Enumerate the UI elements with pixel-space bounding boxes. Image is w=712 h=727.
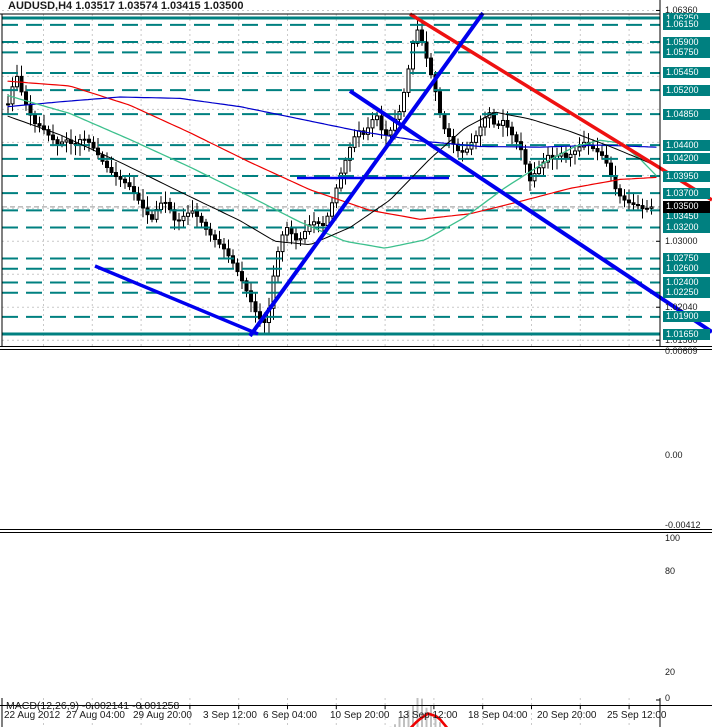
current-price-label: 1.03500 — [663, 201, 710, 214]
panel-separator-line — [0, 529, 712, 530]
stoch-axis-label: 0 — [665, 693, 671, 703]
macd-panel: MACD(12,26,9) -0.002141 -0.001258 — [0, 349, 712, 727]
main-chart-canvas[interactable] — [0, 0, 712, 347]
price-level-label: 1.01900 — [663, 311, 710, 323]
price-level-label: 1.03700 — [663, 187, 710, 199]
time-axis-label: 20 Sep 20:00 — [537, 710, 597, 721]
macd-axis-label: 0.00609 — [665, 346, 698, 356]
stoch-axis-label: 100 — [665, 532, 681, 543]
price-level-label: 1.04200 — [663, 153, 710, 165]
stoch-axis-label: 80 — [665, 566, 676, 577]
time-axis-label: 13 Sep 12:00 — [398, 710, 458, 721]
panel-separator-line — [0, 346, 712, 347]
price-level-label: 1.02600 — [663, 263, 710, 275]
macd-axis-label: 0.00 — [665, 450, 683, 460]
price-level-label: 1.05450 — [663, 67, 710, 79]
stoch-axis-label: 20 — [665, 666, 676, 677]
price-level-label: 1.03200 — [663, 222, 710, 234]
price-axis-label: 1.03000 — [665, 236, 698, 247]
mt4-chart-window: AUDUSD,H4 1.03517 1.03574 1.03415 1.0350… — [0, 0, 712, 727]
macd-axis-label: -0.00412 — [665, 520, 701, 531]
stoch-panel: Stoch(13,3,3) 10.3200 14.3570 FxPro MT4,… — [0, 533, 712, 705]
price-axis[interactable]: 1.06360 1.03000 1.02040 1.01560 1.06250 1.061… — [661, 0, 712, 705]
time-axis-label: 6 Sep 04:00 — [263, 710, 317, 721]
price-level-label: 1.01650 — [663, 328, 710, 340]
price-level-label: 1.05750 — [663, 46, 710, 58]
price-level-label: 1.04850 — [663, 108, 710, 120]
panel-separator-line — [0, 532, 712, 533]
price-level-label: 1.02250 — [663, 287, 710, 299]
price-level-label: 1.05200 — [663, 84, 710, 96]
time-axis-label: 18 Sep 04:00 — [468, 710, 528, 721]
main-chart-panel: AUDUSD,H4 1.03517 1.03574 1.03415 1.0350… — [0, 0, 712, 347]
time-axis-label: 10 Sep 20:00 — [330, 710, 390, 721]
price-level-label: 1.03950 — [663, 170, 710, 182]
time-axis-label: 25 Sep 12:00 — [607, 710, 667, 721]
chart-title: AUDUSD,H4 1.03517 1.03574 1.03415 1.0350… — [8, 0, 244, 12]
price-level-label: 1.04400 — [663, 139, 710, 151]
time-axis-label: 3 Sep 12:00 — [203, 710, 257, 721]
panel-separator-line — [0, 349, 712, 350]
macd-label: MACD(12,26,9) -0.002141 -0.001258 — [6, 700, 180, 712]
price-level-label: 1.06150 — [663, 19, 710, 31]
